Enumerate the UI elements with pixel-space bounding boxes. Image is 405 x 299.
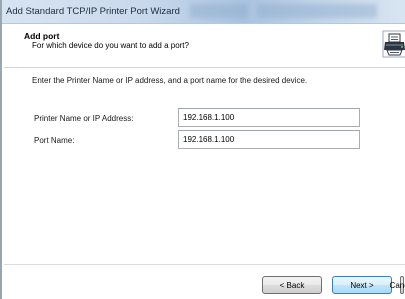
printer-name-label: Printer Name or IP Address: xyxy=(34,114,134,123)
title-bar[interactable]: Add Standard TCP/IP Printer Port Wizard xyxy=(2,0,405,24)
page-title: Add port xyxy=(24,31,60,41)
next-button[interactable]: Next > xyxy=(332,276,392,294)
cancel-button[interactable]: Cancel xyxy=(390,276,405,294)
footer-divider xyxy=(4,264,405,265)
wizard-header: Add port For which device do you want to… xyxy=(4,24,405,68)
title-bar-blur-decoration xyxy=(190,4,248,18)
window-title: Add Standard TCP/IP Printer Port Wizard xyxy=(6,6,180,17)
instructions-text: Enter the Printer Name or IP address, an… xyxy=(32,76,308,85)
printer-icon xyxy=(382,30,405,58)
back-button[interactable]: < Back xyxy=(262,276,322,294)
port-name-input[interactable] xyxy=(178,130,360,149)
wizard-window: Add Standard TCP/IP Printer Port Wizard … xyxy=(0,0,405,299)
port-name-label: Port Name: xyxy=(34,136,75,145)
page-subtitle: For which device do you want to add a po… xyxy=(32,41,189,50)
printer-name-input[interactable] xyxy=(178,108,360,127)
title-bar-blur-decoration xyxy=(257,4,377,18)
